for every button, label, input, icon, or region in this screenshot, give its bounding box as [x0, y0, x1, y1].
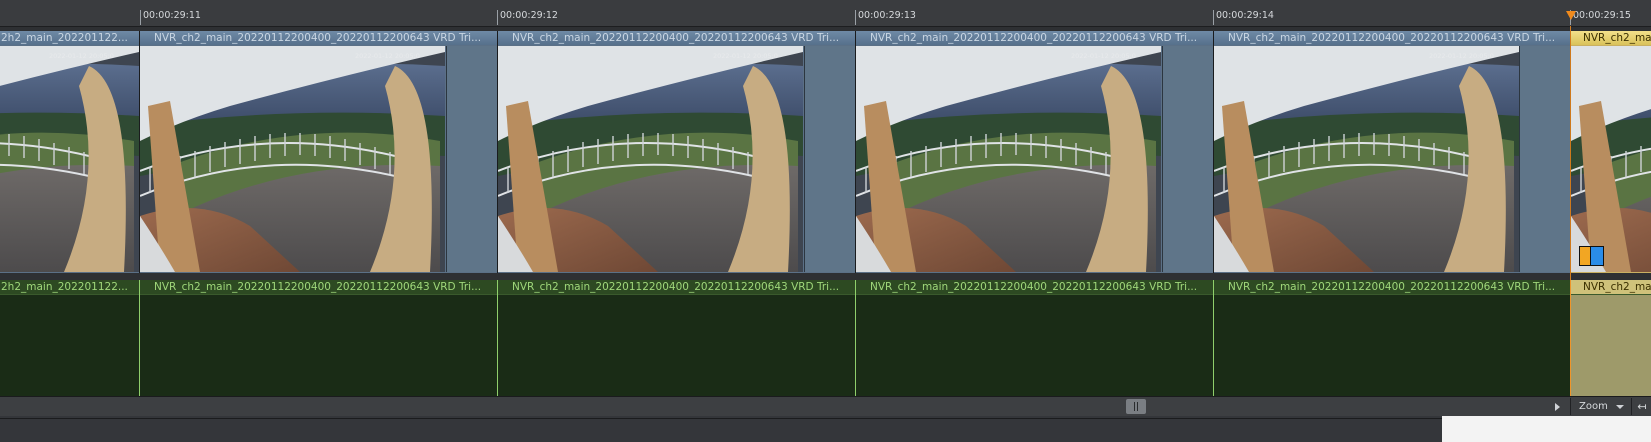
audio-clip[interactable]: NVR_ch2_main_20220112200400_202201122006…	[139, 280, 497, 396]
chevron-right-icon[interactable]	[1555, 403, 1560, 411]
clip-filler	[1162, 46, 1213, 272]
audio-track: 2h2_main_202201122... NVR_ch2_main_20220…	[0, 280, 1651, 396]
camera-frame-image: 2022-01-12 20:05:0	[1571, 46, 1651, 272]
zoom-label: Zoom	[1579, 401, 1608, 412]
camera-frame-image: 2022-01-12 20:05:0	[498, 46, 803, 272]
camera-frame-image: 2022-01-12 20:05:0	[140, 46, 445, 272]
clip-status-icon	[1590, 246, 1604, 266]
divider	[0, 418, 1442, 419]
video-clip[interactable]: 2h2_main_202201122... 2022-01-12 20:05:0	[0, 31, 139, 273]
status-bar	[0, 416, 1651, 442]
audio-clip-title: NVR_ch2_main_20220112200400_202201122006…	[1214, 280, 1570, 295]
audio-clip-selected[interactable]: NVR_ch2_ma	[1570, 280, 1651, 396]
camera-timestamp: 2022-01-12 20:05:0	[49, 52, 114, 60]
clip-filler	[1519, 46, 1570, 272]
playhead-marker-icon[interactable]	[1566, 11, 1576, 20]
camera-timestamp: 2022-01-12 20:05:0	[1071, 52, 1136, 60]
video-clip-title: NVR_ch2_main_20220112200400_202201122006…	[1214, 31, 1570, 45]
video-clip-title: NVR_ch2_main_20220112200400_202201122006…	[498, 31, 855, 45]
grip-icon[interactable]	[1126, 399, 1146, 414]
video-clip[interactable]: NVR_ch2_main_20220112200400_202201122006…	[1213, 31, 1570, 273]
audio-clip-title: NVR_ch2_main_20220112200400_202201122006…	[140, 280, 497, 295]
audio-clip[interactable]: 2h2_main_202201122...	[0, 280, 139, 396]
video-thumbnail: 2022-01-12 20:05:0	[1214, 46, 1519, 272]
video-clip[interactable]: NVR_ch2_main_20220112200400_202201122006…	[497, 31, 855, 273]
video-thumbnail: 2022-01-12 20:05:0	[140, 46, 445, 272]
audio-clip-title: NVR_ch2_main_20220112200400_202201122006…	[856, 280, 1213, 295]
audio-clip-title: NVR_ch2_ma	[1571, 280, 1651, 295]
video-thumbnail: 2022-01-12 20:05:0	[856, 46, 1161, 272]
camera-timestamp: 2022-01-12 20:05:0	[355, 52, 420, 60]
video-thumbnail: 2022-01-12 20:05:0	[1571, 46, 1651, 272]
audio-clip-title: 2h2_main_202201122...	[0, 280, 139, 295]
audio-clip[interactable]: NVR_ch2_main_20220112200400_202201122006…	[855, 280, 1213, 396]
ruler-timecode: 00:00:29:13	[855, 10, 916, 25]
camera-frame-image: 2022-01-12 20:05:0	[856, 46, 1161, 272]
audio-clip[interactable]: NVR_ch2_main_20220112200400_202201122006…	[1213, 280, 1570, 396]
video-thumbnail: 2022-01-12 20:05:0	[0, 46, 139, 272]
ruler-timecode: 00:00:29:14	[1213, 10, 1274, 25]
video-thumbnail: 2022-01-12 20:05:0	[498, 46, 803, 272]
playhead-line[interactable]	[1570, 26, 1571, 396]
ruler-timecode: 00:00:29:11	[140, 10, 201, 25]
timeline-ruler[interactable]: 00:00:29:11 00:00:29:12 00:00:29:13 00:0…	[0, 0, 1651, 27]
chevron-down-icon[interactable]	[1616, 405, 1624, 409]
video-clip-selected[interactable]: NVR_ch2_ma	[1570, 31, 1651, 273]
video-clip-title: NVR_ch2_ma	[1571, 31, 1651, 45]
video-clip-title: NVR_ch2_main_20220112200400_202201122006…	[140, 31, 497, 45]
ruler-timecode: 00:00:29:12	[497, 10, 558, 25]
clip-status-icon	[1579, 246, 1604, 266]
video-clip[interactable]: NVR_ch2_main_20220112200400_202201122006…	[139, 31, 497, 273]
ruler-timecode: 00:00:29:15	[1570, 10, 1631, 25]
audio-clip-title: NVR_ch2_main_20220112200400_202201122006…	[498, 280, 855, 295]
camera-timestamp: 2022-01-12 20:05:0	[1429, 52, 1494, 60]
fit-button[interactable]: ↤	[1631, 398, 1651, 415]
timeline-scrollbar[interactable]: Zoom ↤	[0, 396, 1651, 417]
status-panel	[1442, 416, 1651, 442]
camera-timestamp: 2022-01-12 20:05:0	[713, 52, 778, 60]
audio-clip[interactable]: NVR_ch2_main_20220112200400_202201122006…	[497, 280, 855, 396]
video-clip-title: 2h2_main_202201122...	[0, 31, 139, 45]
video-clip[interactable]: NVR_ch2_main_20220112200400_202201122006…	[855, 31, 1213, 273]
camera-frame-image: 2022-01-12 20:05:0	[0, 46, 139, 272]
clip-filler	[804, 46, 855, 272]
clip-filler	[446, 46, 497, 272]
video-track: 2h2_main_202201122... 2022-01-12 20:05:0…	[0, 31, 1651, 273]
camera-frame-image: 2022-01-12 20:05:0	[1214, 46, 1519, 272]
video-clip-title: NVR_ch2_main_20220112200400_202201122006…	[856, 31, 1213, 45]
